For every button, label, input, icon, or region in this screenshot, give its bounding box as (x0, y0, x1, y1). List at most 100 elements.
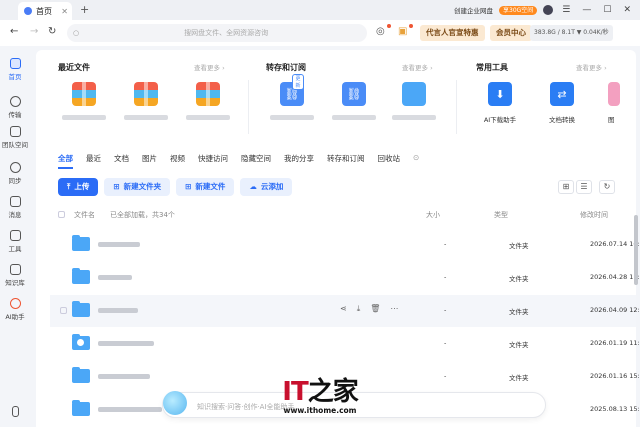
maximize-icon[interactable]: ☐ (603, 5, 611, 15)
saved-card[interactable]: ⛓ (332, 82, 376, 120)
tab-all[interactable]: 全部 (58, 153, 73, 169)
new-file-button[interactable]: ⊞ 新建文件 (176, 178, 235, 196)
sidebar: 首页 传输 团队空间 同步 消息 工具 知识库 AI助手 (0, 46, 30, 427)
close-window-icon[interactable]: ✕ (623, 5, 631, 15)
saved-title: 转存和订阅 (266, 63, 306, 72)
tab-saved[interactable]: 转存和订阅 (327, 153, 365, 169)
download-icon: ⬇ (488, 82, 512, 106)
sidebar-item-ai[interactable]: AI助手 (0, 298, 30, 321)
table-row[interactable]: - 文件夹 2026.01.19 11:49 (50, 328, 640, 360)
cloud-add-button[interactable]: ☁ 云添加 (240, 178, 293, 196)
folder-icon (72, 268, 90, 284)
member-center-button[interactable]: 会员中心 (490, 25, 532, 41)
list-view-icon[interactable]: ☰ (576, 180, 592, 194)
tool-doc-convert[interactable]: ⇄ 文档转换 (542, 82, 582, 124)
sidebar-item-label: 知识库 (5, 279, 25, 287)
refresh-list-icon[interactable]: ↻ (599, 180, 615, 194)
download-icon[interactable]: ⤓ (357, 304, 361, 314)
tab-close-icon[interactable]: ✕ (61, 7, 68, 16)
search-placeholder: 搜网盘文件、全网资源咨询 (184, 29, 269, 37)
folder-icon (72, 367, 90, 383)
sidebar-item-home[interactable]: 首页 (0, 58, 30, 81)
tool-third[interactable]: 图 (602, 82, 622, 124)
table-row[interactable]: ⋖ ⤓ 🗑 ⋯ - 文件夹 2026.04.09 12:42 (50, 295, 640, 327)
search-input[interactable]: ○ 搜网盘文件、全网资源咨询 (67, 24, 367, 42)
tab-home[interactable]: 首页 ✕ (18, 2, 72, 20)
action-bar: ⤒ 上传 ⊞ 新建文件夹 ⊞ 新建文件 ☁ 云添加 (58, 178, 293, 196)
sidebar-item-label: 首页 (8, 73, 22, 81)
archive-icon (196, 82, 220, 106)
filter-tabs: 全部 最近 文档 图片 视频 快捷访问 隐藏空间 我的分享 转存和订阅 回收站 … (58, 153, 419, 169)
special-folder-icon (72, 334, 90, 350)
recent-files-title: 最近文件 (58, 63, 90, 72)
tools-more-link[interactable]: 查看更多 › (576, 62, 607, 72)
promo-button[interactable]: 代言人官宣特惠 (420, 25, 485, 41)
col-type[interactable]: 类型 (494, 210, 508, 220)
team-icon (9, 126, 21, 137)
filter-settings-icon[interactable]: ⊙ (413, 153, 419, 169)
tab-title: 首页 (36, 6, 52, 16)
recent-file-card[interactable] (186, 82, 230, 120)
cloud-icon: ☁ (249, 182, 257, 191)
storage-indicator[interactable]: 383.8G / 8.1T ▼ 0.04K/秒 (530, 25, 613, 41)
sidebar-item-transfer[interactable]: 传输 (0, 96, 30, 119)
col-mtime[interactable]: 修改时间 (580, 210, 608, 220)
row-actions: ⋖ ⤓ 🗑 ⋯ (340, 304, 398, 314)
minimize-icon[interactable]: — (582, 5, 591, 15)
recent-file-card[interactable] (62, 82, 106, 120)
sidebar-item-tools[interactable]: 工具 (0, 230, 30, 253)
tab-hidden-space[interactable]: 隐藏空间 (241, 153, 271, 169)
knowledge-icon (9, 264, 21, 275)
transfer-icon (9, 96, 21, 107)
file-name (98, 308, 138, 313)
row-checkbox[interactable] (60, 307, 67, 314)
gift-icon[interactable]: ▣ (398, 24, 413, 38)
saved-card[interactable]: ⛓ 更新 (270, 74, 314, 120)
avatar[interactable] (543, 5, 554, 15)
col-name[interactable]: 文件名 (74, 210, 95, 220)
scrollbar[interactable] (634, 215, 638, 285)
upload-icon: ⤒ (67, 182, 71, 191)
back-arrow-icon[interactable]: ← (10, 26, 18, 37)
tab-recycle-bin[interactable]: 回收站 (378, 153, 401, 169)
tool-ai-download[interactable]: ⬇ AI下载助手 (480, 82, 520, 124)
game-controller-icon[interactable]: ◎ (376, 24, 391, 38)
tab-quick-access[interactable]: 快捷访问 (198, 153, 228, 169)
saved-card[interactable] (392, 82, 436, 120)
col-size[interactable]: 大小 (426, 210, 440, 220)
new-tab-button[interactable]: + (80, 3, 89, 16)
sidebar-item-sync[interactable]: 同步 (0, 162, 30, 185)
refresh-icon[interactable]: ↻ (48, 26, 56, 37)
new-folder-button[interactable]: ⊞ 新建文件夹 (104, 178, 171, 196)
sidebar-item-knowledge[interactable]: 知识库 (0, 264, 30, 287)
tab-recent[interactable]: 最近 (86, 153, 101, 169)
folder-plus-icon: ⊞ (113, 182, 120, 191)
sidebar-item-messages[interactable]: 消息 (0, 196, 30, 219)
tab-videos[interactable]: 视频 (170, 153, 185, 169)
tab-images[interactable]: 图片 (142, 153, 157, 169)
sidebar-item-team[interactable]: 团队空间 (0, 126, 30, 149)
share-icon[interactable]: ⋖ (340, 304, 347, 314)
search-icon: ○ (73, 29, 80, 37)
tab-my-shares[interactable]: 我的分享 (284, 153, 314, 169)
forward-arrow-icon[interactable]: → (30, 26, 38, 37)
create-enterprise-link[interactable]: 创建企业网盘 (454, 5, 493, 15)
upload-button[interactable]: ⤒ 上传 (58, 178, 99, 196)
table-row[interactable]: - 文件夹 2026.07.14 16:04 (50, 229, 640, 261)
menu-icon[interactable]: ☰ (562, 5, 570, 15)
table-row[interactable]: - 文件夹 2026.04.28 11:40 (50, 262, 640, 294)
recent-file-card[interactable] (124, 82, 168, 120)
tab-docs[interactable]: 文档 (114, 153, 129, 169)
select-all-checkbox[interactable] (58, 211, 65, 218)
more-icon[interactable]: ⋯ (390, 304, 398, 314)
sidebar-item-phone[interactable] (0, 406, 30, 419)
folder-icon (72, 301, 90, 317)
sidebar-item-label: 团队空间 (2, 141, 28, 149)
delete-icon[interactable]: 🗑 (370, 304, 380, 314)
new-tag: 更新 (292, 74, 304, 90)
recent-more-link[interactable]: 查看更多 › (194, 62, 225, 72)
grid-view-icon[interactable]: ⊞ (558, 180, 574, 194)
file-name (98, 242, 140, 247)
sidebar-item-label: AI助手 (5, 313, 25, 321)
saved-more-link[interactable]: 查看更多 › (402, 62, 433, 72)
